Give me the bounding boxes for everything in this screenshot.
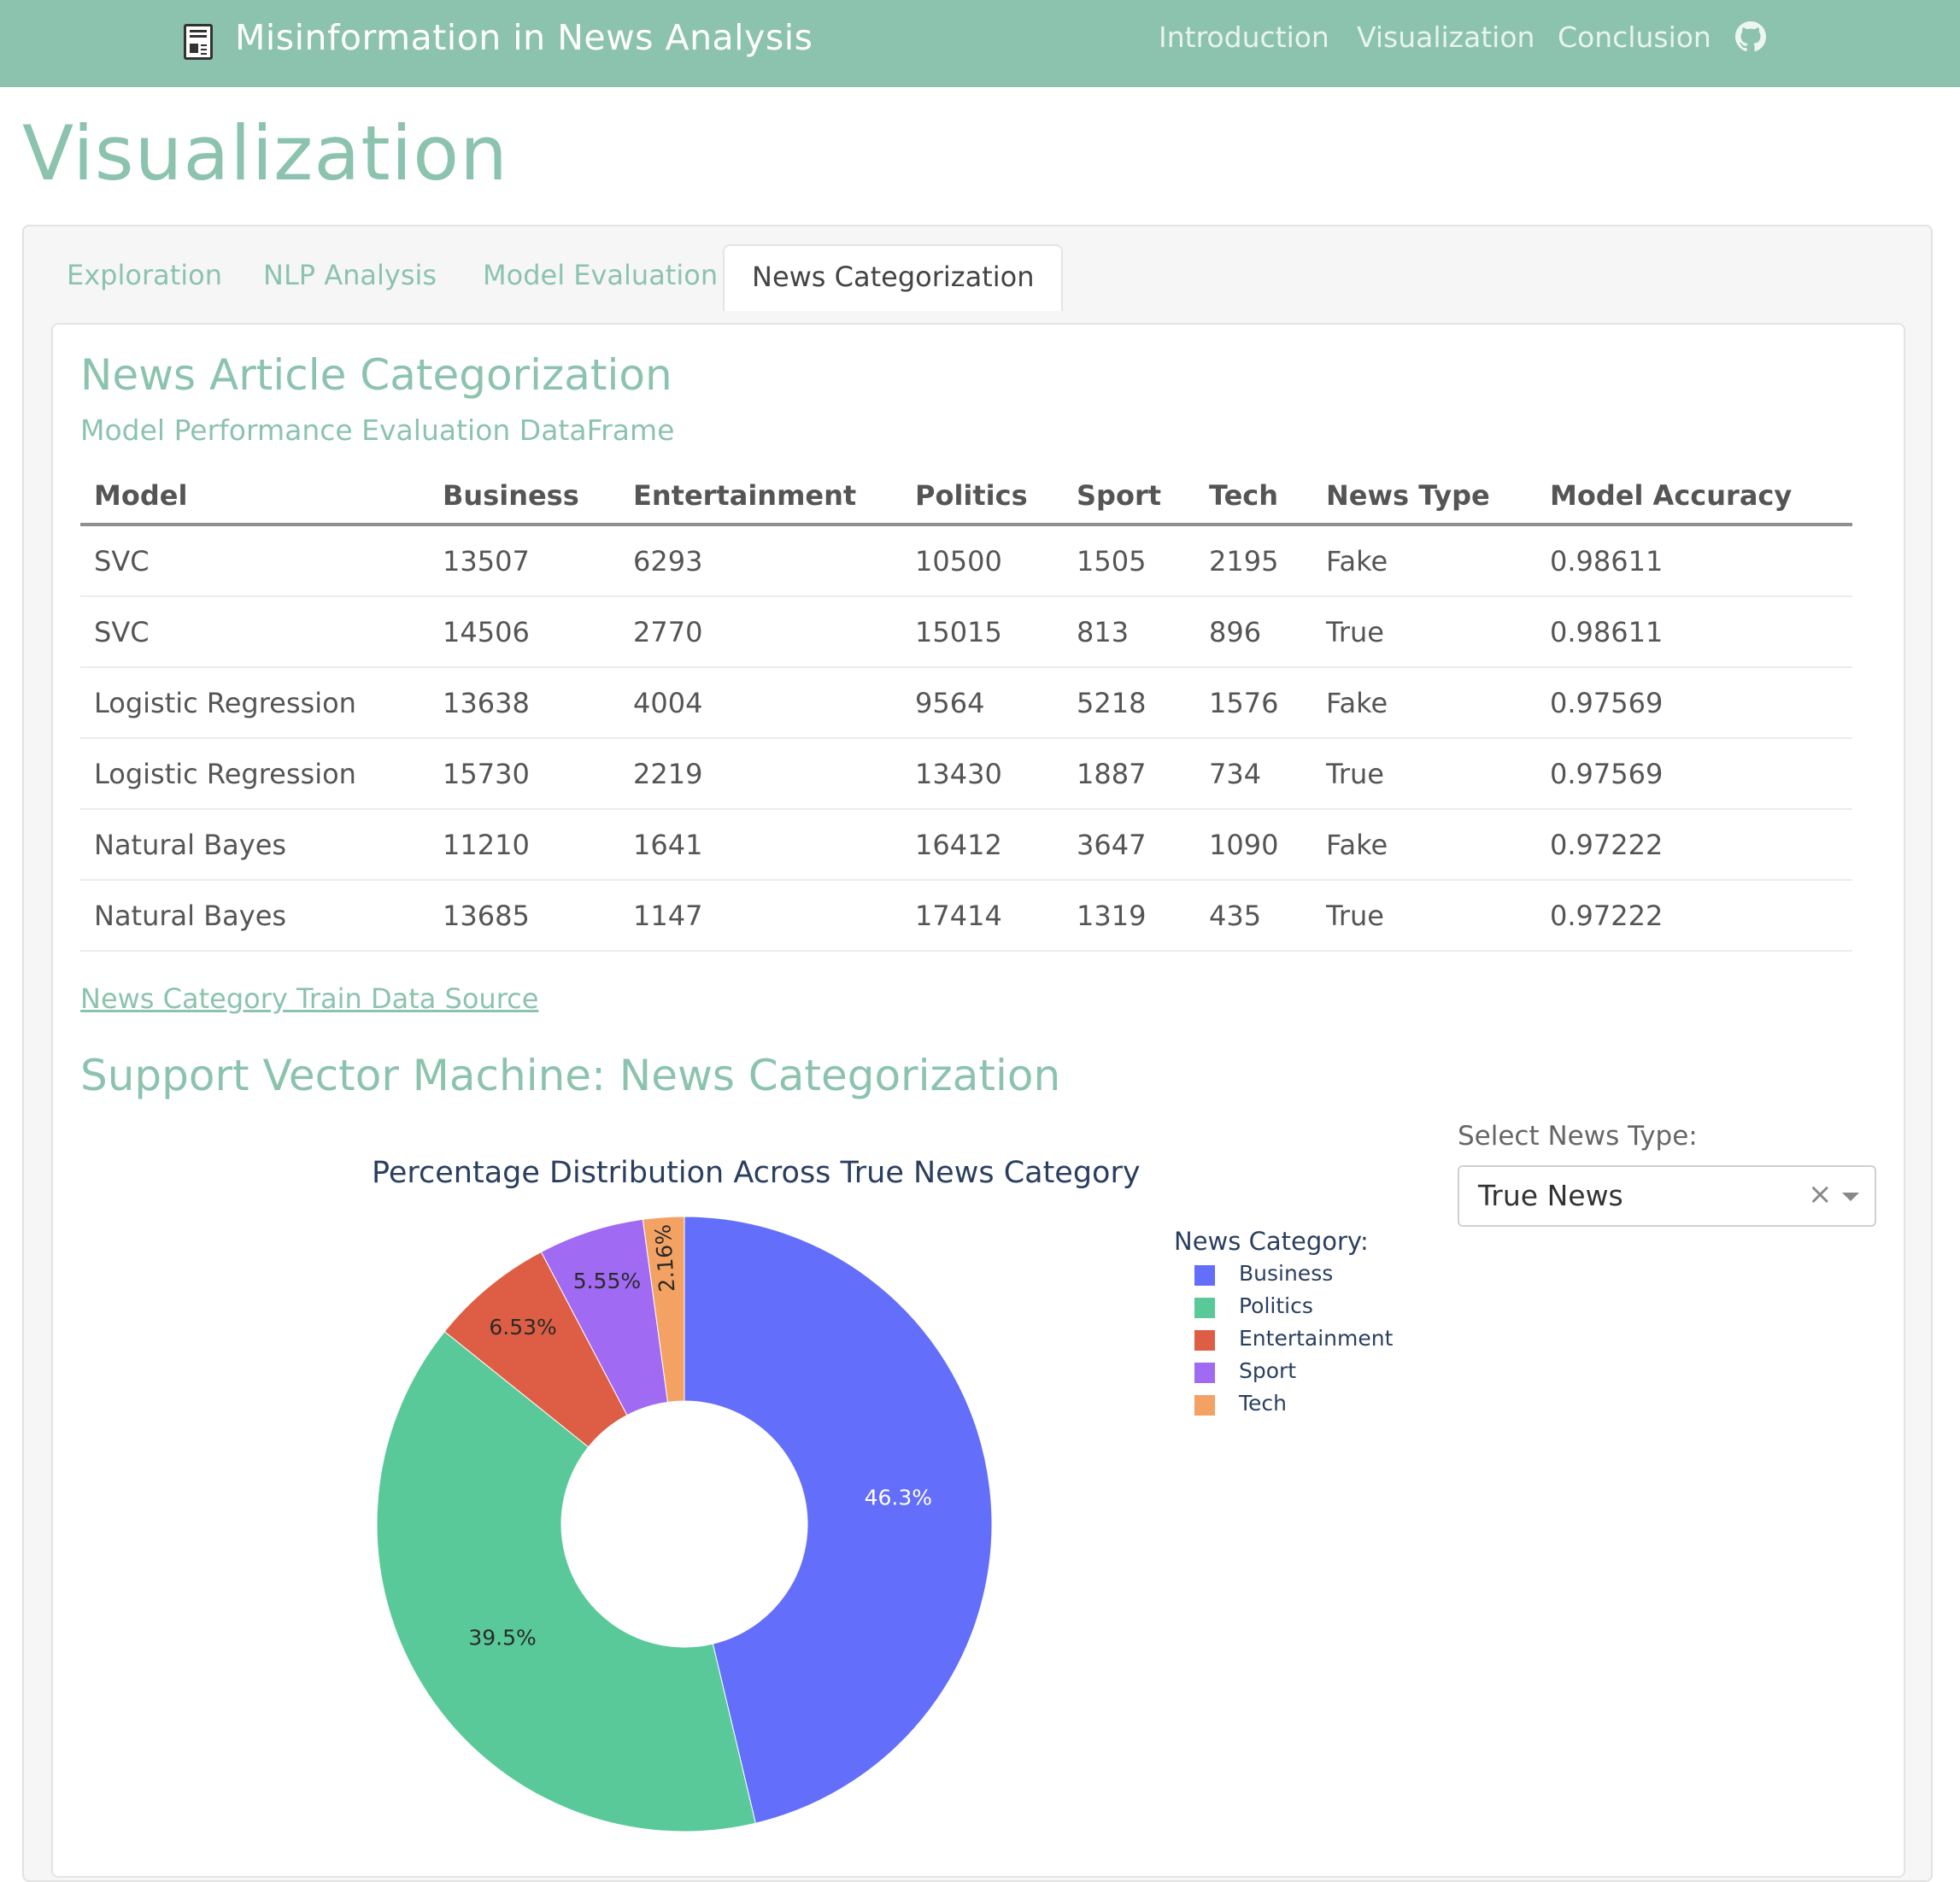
cell-model: SVC <box>80 525 429 597</box>
cell-accuracy: 0.98611 <box>1536 525 1852 597</box>
section-title: News Article Categorization <box>80 350 672 400</box>
cell-entertainment: 2219 <box>619 738 901 810</box>
cell-politics: 15015 <box>901 596 1063 668</box>
nav-link-visualization[interactable]: Visualization <box>1357 21 1535 54</box>
table-row: Logistic Regression 13638 4004 9564 5218… <box>80 667 1852 739</box>
cell-business: 13685 <box>429 880 619 952</box>
column-header[interactable]: Sport <box>1063 468 1195 526</box>
top-navbar: Misinformation in News Analysis Introduc… <box>0 0 1960 87</box>
cell-sport: 5218 <box>1063 667 1195 739</box>
cell-model: Logistic Regression <box>80 667 429 739</box>
legend-label: Sport <box>1239 1358 1297 1383</box>
cell-tech: 2195 <box>1195 525 1312 597</box>
cell-accuracy: 0.97222 <box>1536 880 1852 952</box>
cell-sport: 1505 <box>1063 525 1195 597</box>
news-type-label: Select News Type: <box>1458 1121 1698 1152</box>
section-subtitle: Model Performance Evaluation DataFrame <box>80 413 675 447</box>
cell-business: 15730 <box>429 738 619 810</box>
tab-nlp-analysis[interactable]: NLP Analysis <box>263 244 437 311</box>
chevron-down-icon[interactable] <box>1842 1193 1859 1201</box>
column-header[interactable]: Model Accuracy <box>1536 468 1852 526</box>
cell-news-type: Fake <box>1312 525 1536 597</box>
column-header[interactable]: Entertainment <box>619 468 901 526</box>
column-header[interactable]: Tech <box>1195 468 1312 526</box>
tab-news-categorization[interactable]: News Categorization <box>723 244 1064 311</box>
tab-exploration[interactable]: Exploration <box>67 244 222 311</box>
legend-swatch <box>1194 1363 1215 1383</box>
cell-business: 13638 <box>429 667 619 739</box>
cell-accuracy: 0.97569 <box>1536 667 1852 739</box>
cell-entertainment: 1147 <box>619 880 901 952</box>
data-source-link[interactable]: News Category Train Data Source <box>80 982 538 1015</box>
cell-model: Natural Bayes <box>80 880 429 952</box>
cell-sport: 813 <box>1063 596 1195 668</box>
news-type-dropdown[interactable]: True News × <box>1458 1165 1876 1227</box>
cell-model: Logistic Regression <box>80 738 429 810</box>
cell-politics: 10500 <box>901 525 1063 597</box>
cell-accuracy: 0.97569 <box>1536 738 1852 810</box>
cell-politics: 17414 <box>901 880 1063 952</box>
cell-tech: 1090 <box>1195 809 1312 881</box>
cell-news-type: Fake <box>1312 809 1536 881</box>
legend-label: Tech <box>1239 1391 1287 1416</box>
table-row: SVC 14506 2770 15015 813 896 True 0.9861… <box>80 596 1852 668</box>
legend-label: Entertainment <box>1239 1326 1394 1351</box>
legend-title: News Category: <box>1174 1227 1369 1256</box>
cell-entertainment: 4004 <box>619 667 901 739</box>
legend-swatch <box>1194 1330 1215 1351</box>
cell-politics: 16412 <box>901 809 1063 881</box>
cell-model: SVC <box>80 596 429 668</box>
legend-swatch <box>1194 1265 1215 1286</box>
selected-news-type: True News <box>1478 1179 1623 1212</box>
tab-model-evaluation[interactable]: Model Evaluation <box>483 244 718 311</box>
svm-section-title: Support Vector Machine: News Categorizat… <box>80 1051 1061 1100</box>
nav-link-introduction[interactable]: Introduction <box>1159 21 1329 54</box>
chart-title: Percentage Distribution Across True News… <box>372 1156 1141 1190</box>
cell-sport: 1319 <box>1063 880 1195 952</box>
cell-news-type: Fake <box>1312 667 1536 739</box>
cell-sport: 3647 <box>1063 809 1195 881</box>
legend-swatch <box>1194 1298 1215 1318</box>
clear-icon[interactable]: × <box>1808 1177 1833 1211</box>
cell-tech: 734 <box>1195 738 1312 810</box>
cell-entertainment: 2770 <box>619 596 901 668</box>
cell-politics: 13430 <box>901 738 1063 810</box>
page-title: Visualization <box>22 109 508 197</box>
table-row: Logistic Regression 15730 2219 13430 188… <box>80 738 1852 810</box>
cell-business: 14506 <box>429 596 619 668</box>
nav-link-conclusion[interactable]: Conclusion <box>1558 21 1711 54</box>
brand-title[interactable]: Misinformation in News Analysis <box>235 17 813 58</box>
table-header-row: Model Business Entertainment Politics Sp… <box>80 468 1852 526</box>
cell-tech: 435 <box>1195 880 1312 952</box>
cell-model: Natural Bayes <box>80 809 429 881</box>
cell-tech: 896 <box>1195 596 1312 668</box>
cell-news-type: True <box>1312 738 1536 810</box>
column-header[interactable]: Business <box>429 468 619 526</box>
column-header[interactable]: Model <box>80 468 429 526</box>
legend-label: Business <box>1239 1261 1334 1286</box>
column-header[interactable]: Politics <box>901 468 1063 526</box>
table-row: Natural Bayes 13685 1147 17414 1319 435 … <box>80 880 1852 952</box>
cell-politics: 9564 <box>901 667 1063 739</box>
table-row: SVC 13507 6293 10500 1505 2195 Fake 0.98… <box>80 525 1852 597</box>
cell-entertainment: 6293 <box>619 525 901 597</box>
model-performance-table: Model Business Entertainment Politics Sp… <box>80 468 1852 952</box>
legend-swatch <box>1194 1395 1215 1416</box>
cell-news-type: True <box>1312 880 1536 952</box>
legend-label: Politics <box>1239 1293 1313 1318</box>
cell-business: 11210 <box>429 809 619 881</box>
newspaper-icon[interactable] <box>184 24 213 60</box>
cell-news-type: True <box>1312 596 1536 668</box>
github-icon[interactable] <box>1735 21 1766 52</box>
cell-tech: 1576 <box>1195 667 1312 739</box>
cell-business: 13507 <box>429 525 619 597</box>
column-header[interactable]: News Type <box>1312 468 1536 526</box>
cell-sport: 1887 <box>1063 738 1195 810</box>
cell-entertainment: 1641 <box>619 809 901 881</box>
table-row: Natural Bayes 11210 1641 16412 3647 1090… <box>80 809 1852 881</box>
cell-accuracy: 0.98611 <box>1536 596 1852 668</box>
cell-accuracy: 0.97222 <box>1536 809 1852 881</box>
